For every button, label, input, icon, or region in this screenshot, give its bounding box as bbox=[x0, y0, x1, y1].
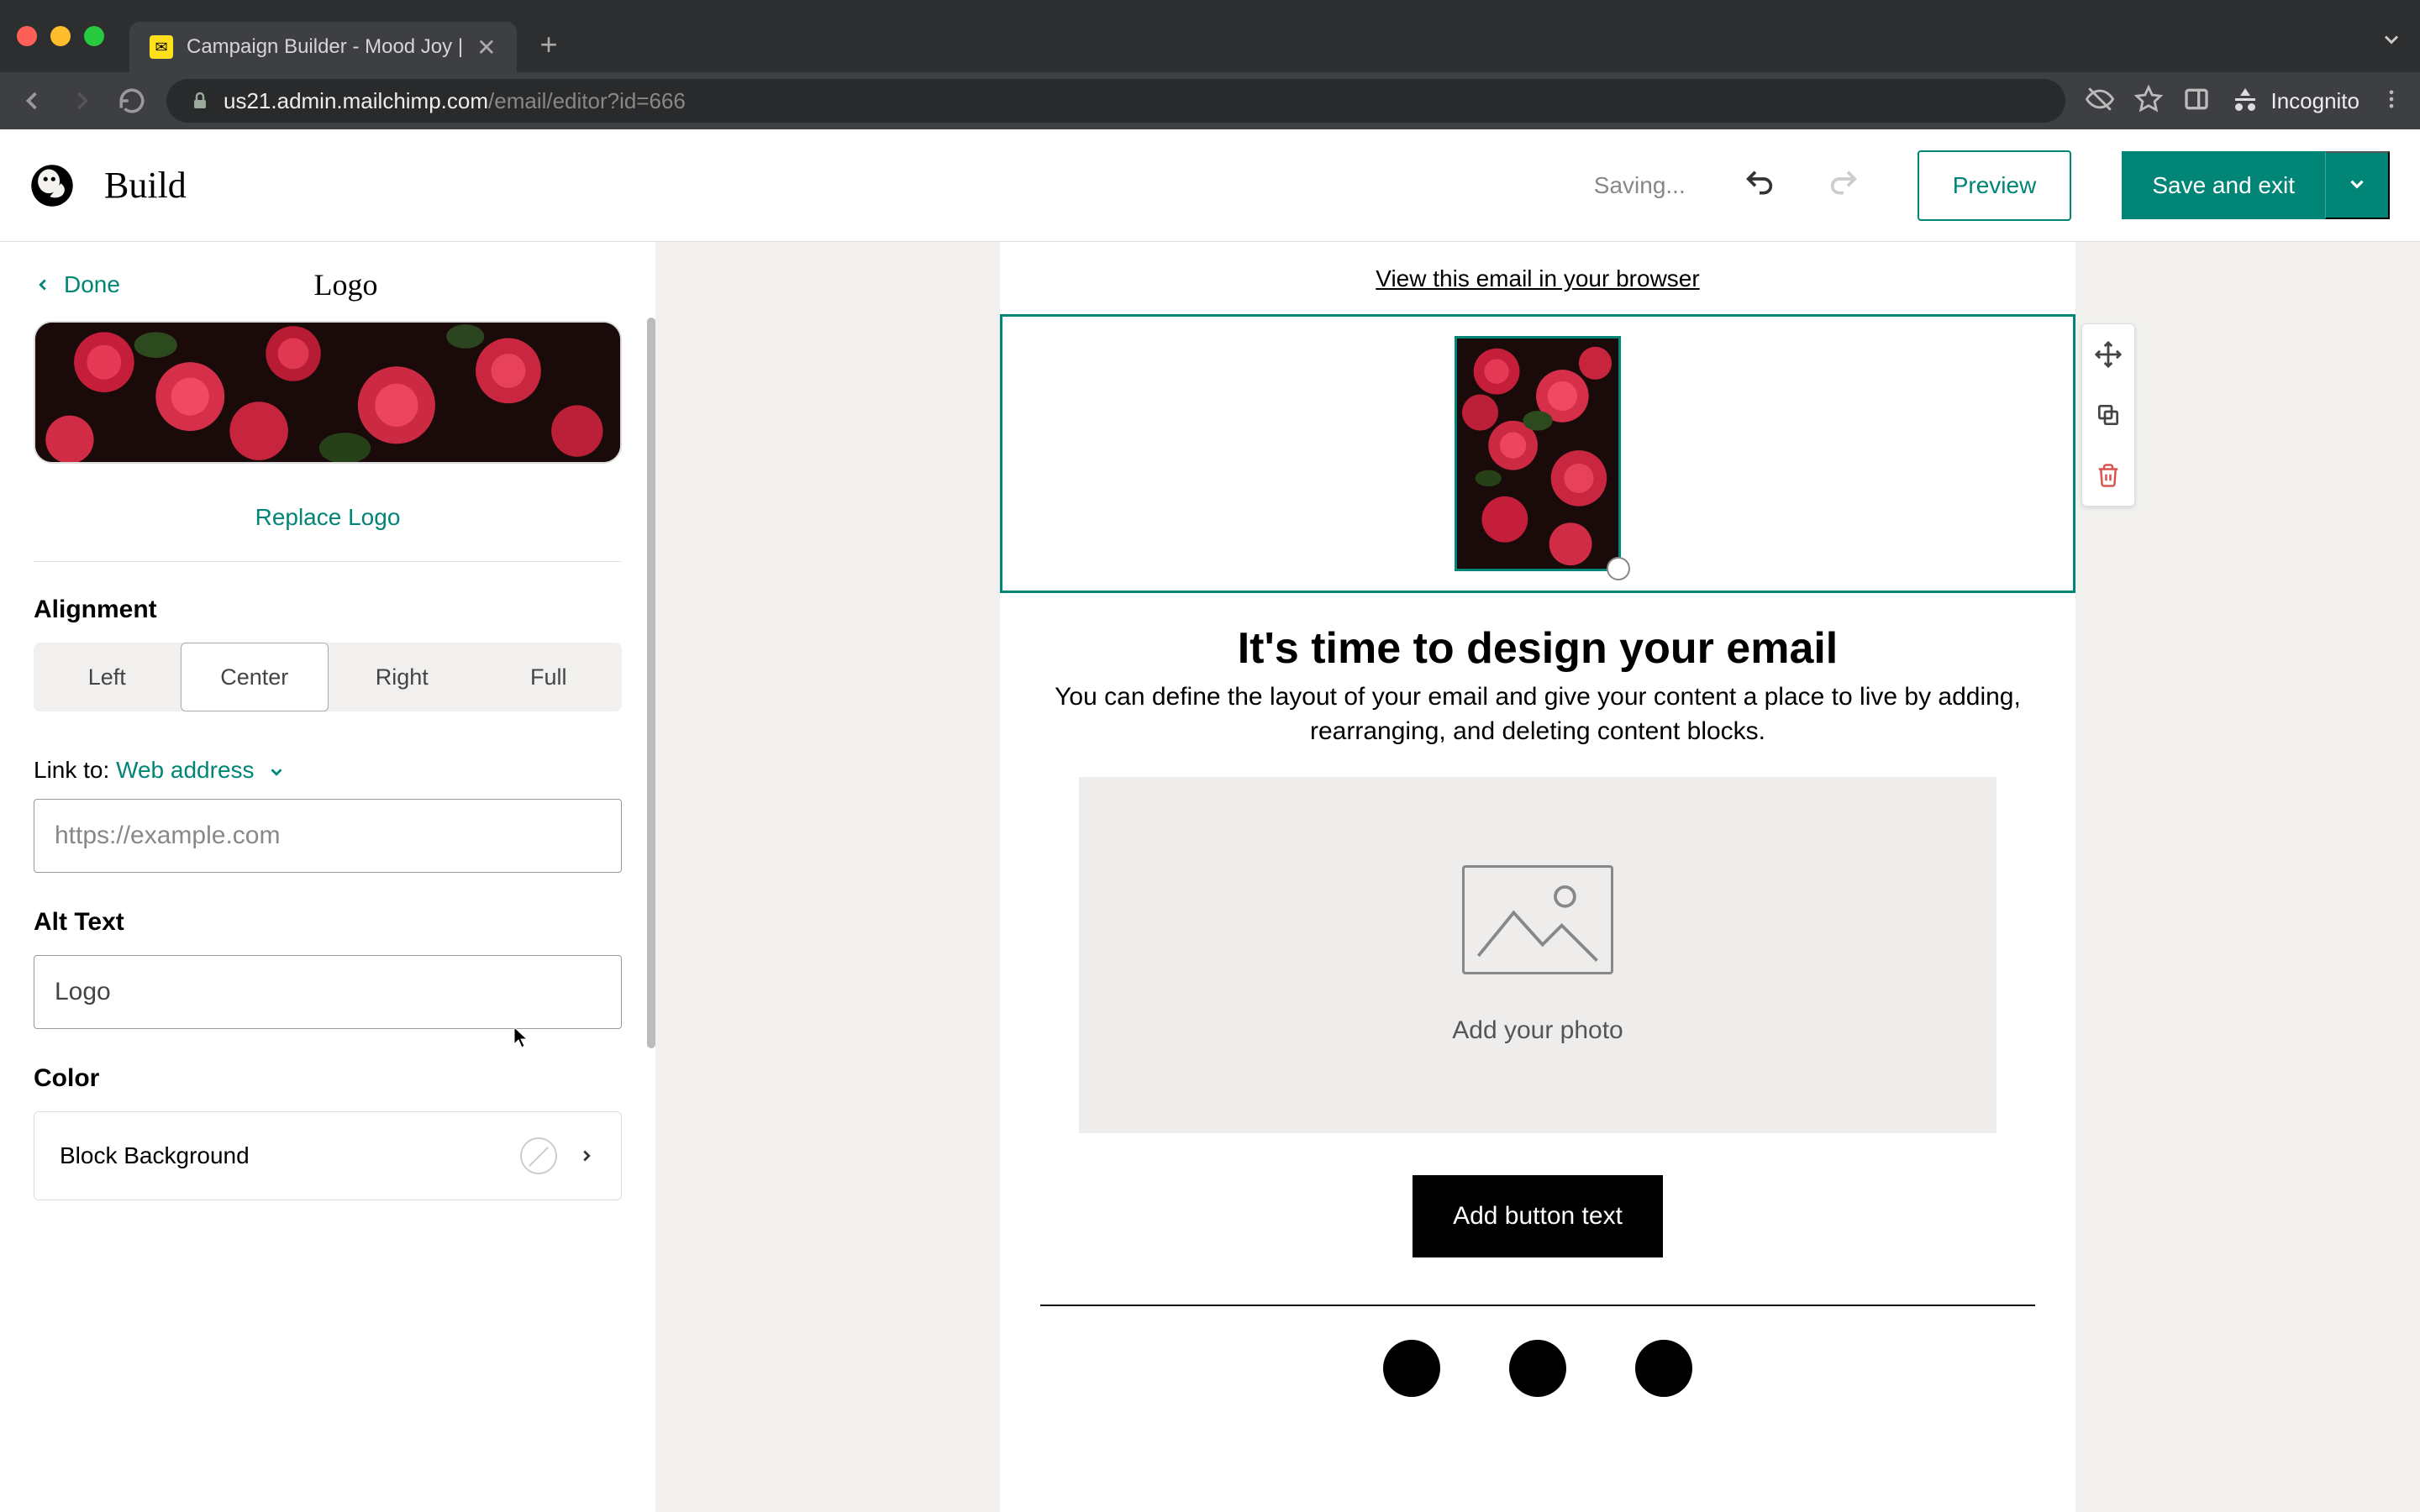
save-exit-button[interactable]: Save and exit bbox=[2122, 151, 2325, 219]
page-title: Build bbox=[104, 164, 1564, 207]
color-swatch-none bbox=[520, 1137, 557, 1174]
mouse-cursor bbox=[513, 1026, 529, 1049]
link-type-dropdown[interactable]: Web address bbox=[116, 757, 286, 783]
move-block-button[interactable] bbox=[2082, 324, 2134, 385]
preview-button[interactable]: Preview bbox=[1918, 150, 2072, 221]
minimize-window[interactable] bbox=[50, 26, 71, 46]
align-right[interactable]: Right bbox=[329, 643, 476, 711]
social-block[interactable] bbox=[1000, 1340, 2075, 1397]
redo-button[interactable] bbox=[1827, 166, 1860, 204]
tab-title: Campaign Builder - Mood Joy | bbox=[187, 35, 463, 59]
logo-image[interactable] bbox=[1455, 336, 1621, 571]
link-url-input[interactable]: https://example.com bbox=[34, 799, 622, 873]
facebook-icon[interactable] bbox=[1383, 1340, 1440, 1397]
alignment-label: Alignment bbox=[34, 596, 622, 624]
browser-tab[interactable]: ✉ Campaign Builder - Mood Joy | ✕ bbox=[129, 22, 517, 72]
email-frame: View this email in your browser bbox=[1000, 242, 2075, 1512]
favicon: ✉ bbox=[150, 35, 173, 59]
incognito-icon bbox=[2230, 86, 2260, 116]
align-full[interactable]: Full bbox=[476, 643, 623, 711]
block-toolbar bbox=[2081, 323, 2135, 507]
photo-placeholder-block[interactable]: Add your photo bbox=[1079, 777, 1996, 1133]
save-button-group: Save and exit bbox=[2122, 151, 2390, 219]
chevron-right-icon bbox=[577, 1147, 596, 1165]
eye-icon[interactable] bbox=[2086, 85, 2114, 118]
instagram-icon[interactable] bbox=[1509, 1340, 1566, 1397]
alt-text-input[interactable]: Logo bbox=[34, 955, 622, 1029]
email-body-text[interactable]: You can define the layout of your email … bbox=[1000, 680, 2075, 777]
delete-block-button[interactable] bbox=[2082, 445, 2134, 506]
link-to-label: Link to: Web address bbox=[34, 757, 622, 784]
sidebar-scrollbar[interactable] bbox=[647, 318, 655, 1048]
logo-block-selected[interactable] bbox=[1000, 314, 2075, 593]
twitter-icon[interactable] bbox=[1635, 1340, 1692, 1397]
panel-title: Logo bbox=[120, 267, 571, 302]
block-background-row[interactable]: Block Background bbox=[34, 1111, 622, 1200]
maximize-window[interactable] bbox=[84, 26, 104, 46]
view-in-browser-link[interactable]: View this email in your browser bbox=[1000, 242, 2075, 309]
email-canvas: View this email in your browser bbox=[655, 242, 2420, 1512]
alignment-toggle: Left Center Right Full bbox=[34, 643, 622, 711]
sidebar-panel: Done Logo Replace Logo Alignment bbox=[0, 242, 655, 1512]
browser-url-bar: us21.admin.mailchimp.com/email/editor?id… bbox=[0, 72, 2420, 129]
alt-text-label: Alt Text bbox=[34, 908, 622, 937]
menu-icon[interactable] bbox=[2380, 87, 2403, 115]
forward-button[interactable] bbox=[67, 86, 97, 116]
reload-button[interactable] bbox=[118, 87, 146, 115]
divider-block[interactable] bbox=[1040, 1305, 2035, 1306]
align-center[interactable]: Center bbox=[181, 643, 329, 711]
app-header: Build Saving... Preview Save and exit bbox=[0, 129, 2420, 242]
email-cta-button[interactable]: Add button text bbox=[1413, 1175, 1663, 1257]
done-button[interactable]: Done bbox=[34, 271, 120, 298]
email-heading[interactable]: It's time to design your email bbox=[1000, 605, 2075, 680]
browser-tab-bar: ✉ Campaign Builder - Mood Joy | ✕ + bbox=[0, 0, 2420, 72]
star-icon[interactable] bbox=[2134, 85, 2163, 118]
tabs-dropdown-icon[interactable] bbox=[2380, 28, 2403, 55]
url-text: us21.admin.mailchimp.com/email/editor?id… bbox=[224, 88, 686, 114]
address-bar[interactable]: us21.admin.mailchimp.com/email/editor?id… bbox=[166, 79, 2065, 123]
panel-icon[interactable] bbox=[2183, 86, 2210, 117]
chevron-down-icon bbox=[267, 763, 286, 781]
photo-placeholder-text: Add your photo bbox=[1452, 1016, 1623, 1045]
logo-preview[interactable] bbox=[34, 321, 622, 464]
lock-icon bbox=[190, 91, 210, 111]
incognito-indicator[interactable]: Incognito bbox=[2230, 86, 2360, 116]
save-dropdown-button[interactable] bbox=[2325, 151, 2390, 219]
save-status: Saving... bbox=[1594, 172, 1686, 199]
new-tab-button[interactable]: + bbox=[540, 27, 558, 62]
window-controls bbox=[17, 26, 104, 46]
close-window[interactable] bbox=[17, 26, 37, 46]
close-tab-icon[interactable]: ✕ bbox=[476, 34, 496, 61]
divider bbox=[34, 561, 622, 562]
align-left[interactable]: Left bbox=[34, 643, 181, 711]
resize-handle[interactable] bbox=[1607, 557, 1630, 580]
color-label: Color bbox=[34, 1064, 622, 1093]
button-block[interactable]: Add button text bbox=[1000, 1175, 2075, 1257]
image-placeholder-icon bbox=[1462, 865, 1613, 974]
chevron-left-icon bbox=[34, 276, 52, 294]
back-button[interactable] bbox=[17, 86, 47, 116]
undo-button[interactable] bbox=[1743, 166, 1776, 204]
mailchimp-logo[interactable] bbox=[30, 164, 74, 207]
duplicate-block-button[interactable] bbox=[2082, 385, 2134, 445]
replace-logo-button[interactable]: Replace Logo bbox=[0, 489, 655, 561]
